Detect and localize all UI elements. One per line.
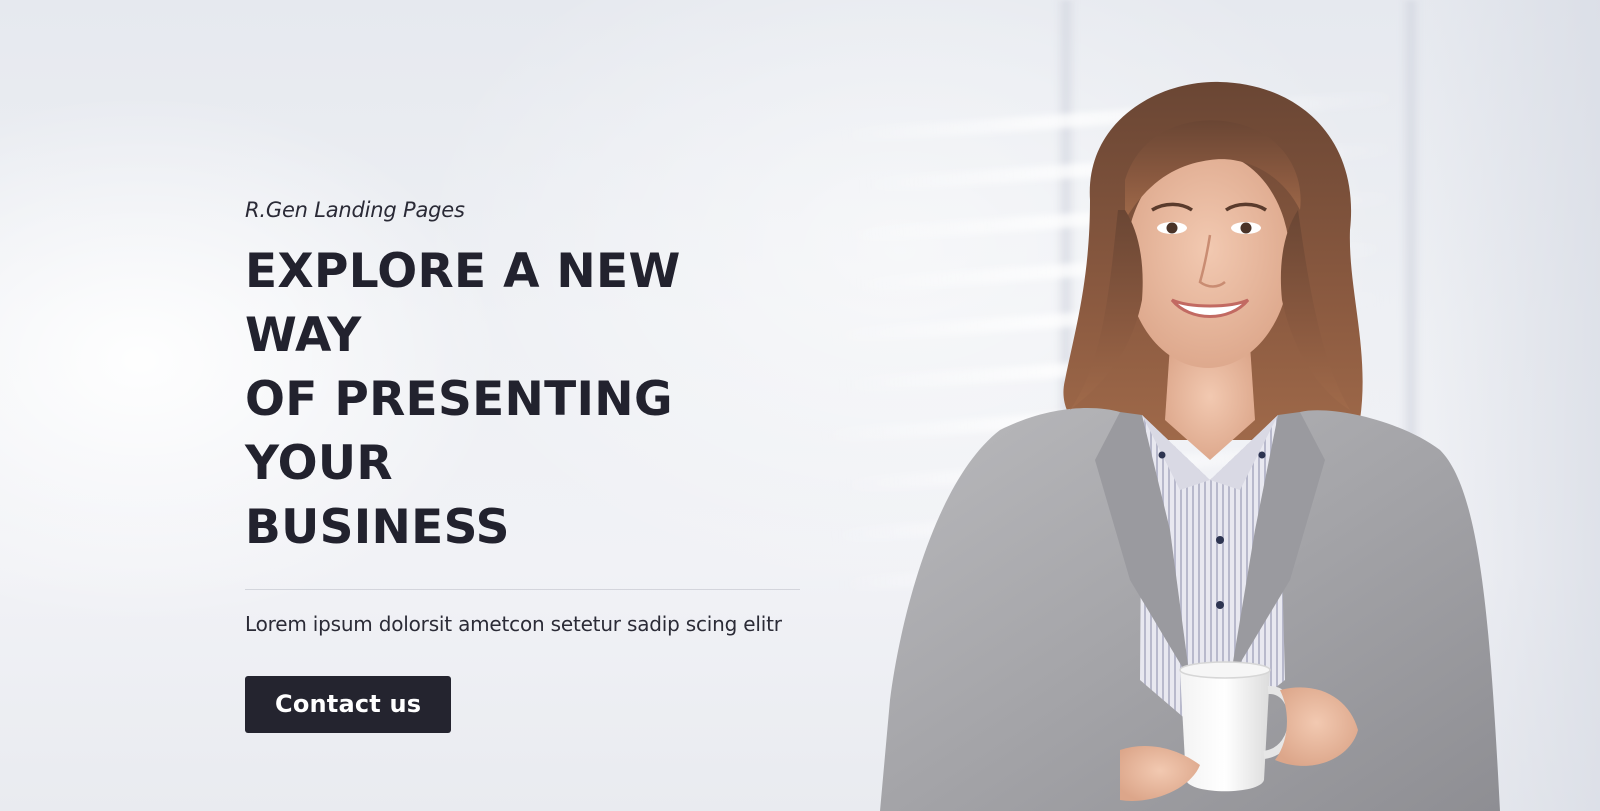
hero-lead-text: Lorem ipsum dolorsit ametcon setetur sad… xyxy=(245,612,782,636)
hero-divider xyxy=(245,589,800,590)
hero-headline-line-3: BUSINESS xyxy=(245,500,510,555)
hero-person-image xyxy=(880,60,1560,811)
hero-content: R.Gen Landing Pages EXPLORE A NEW WAY OF… xyxy=(245,198,805,733)
hero-headline-line-1: EXPLORE A NEW WAY xyxy=(245,244,681,363)
hero-section: R.Gen Landing Pages EXPLORE A NEW WAY OF… xyxy=(0,0,1600,811)
contact-us-button[interactable]: Contact us xyxy=(245,676,452,733)
hero-headline-line-2: OF PRESENTING YOUR xyxy=(245,372,673,491)
hero-headline: EXPLORE A NEW WAY OF PRESENTING YOUR BUS… xyxy=(245,240,805,560)
hero-eyebrow: R.Gen Landing Pages xyxy=(245,198,465,222)
